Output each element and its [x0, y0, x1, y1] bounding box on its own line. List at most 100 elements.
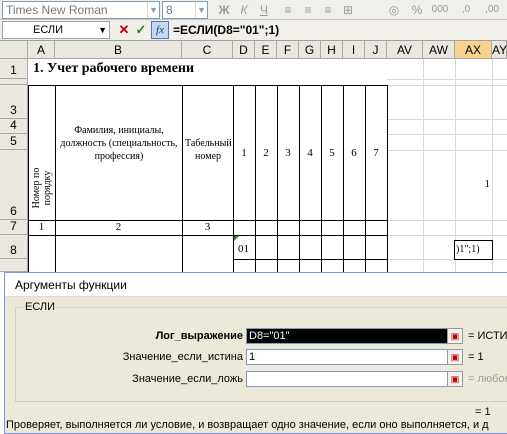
name-box[interactable]: ЕСЛИ ▼ [2, 21, 110, 39]
row-header-9[interactable] [0, 259, 28, 272]
collapse-dialog-icon[interactable]: ▣ [447, 349, 463, 365]
table-border [28, 235, 387, 236]
percent-button[interactable]: % [409, 2, 425, 18]
header-tab-number-text: Табельный номер [185, 138, 232, 162]
chevron-down-icon[interactable]: ▼ [98, 22, 107, 38]
table-border [321, 85, 322, 272]
gridline [387, 85, 507, 86]
formula-input[interactable]: =ЕСЛИ(D8="01";1) [173, 21, 279, 39]
table-border [343, 85, 344, 272]
day-number: 1 [241, 147, 247, 159]
table-border [28, 85, 387, 86]
table-border [55, 85, 56, 272]
column-header-h[interactable]: H [321, 41, 343, 59]
table-border [387, 85, 388, 272]
increase-decimal-button[interactable]: ,0 [455, 2, 477, 18]
row-header-1[interactable]: 1 [0, 59, 28, 79]
thousands-separator-button[interactable]: 000 [429, 2, 451, 18]
row-header-4[interactable]: 4 [0, 118, 28, 134]
currency-icon[interactable]: ◎ [385, 2, 403, 18]
select-all-corner[interactable] [0, 41, 28, 59]
row-header-6[interactable]: 6 [0, 150, 28, 220]
row-header-3[interactable]: 3 [0, 85, 28, 119]
align-right-icon[interactable]: ≡ [320, 2, 336, 18]
row7-cell-b: 2 [115, 221, 122, 233]
table-border [233, 259, 387, 260]
italic-icon[interactable]: К [236, 2, 252, 18]
formula-bar: ЕСЛИ ▼ ✕ ✓ fx =ЕСЛИ(D8="01";1) [0, 20, 507, 41]
gridline [387, 119, 507, 120]
insert-function-button[interactable]: fx [151, 21, 169, 39]
underline-icon[interactable]: Ч [256, 2, 272, 18]
function-name-label: ЕСЛИ [23, 301, 58, 313]
row-header-8[interactable]: 8 [0, 235, 28, 259]
table-border [365, 85, 366, 272]
day-number: 7 [373, 147, 379, 159]
row-number: 1 [10, 63, 17, 77]
arg-label-value-if-false: Значение_если_ложь [132, 373, 243, 385]
bold-icon[interactable]: Ж [216, 2, 232, 18]
font-name-combo[interactable]: Times New Roman ▼ [2, 1, 160, 19]
column-header-ax[interactable]: AX [455, 41, 492, 59]
dialog-title: Аргументы функции [15, 278, 127, 292]
align-left-icon[interactable]: ≡ [280, 2, 296, 18]
collapse-dialog-icon[interactable]: ▣ [447, 328, 463, 344]
arg-label-logical: Лог_выражение [155, 330, 243, 342]
font-size-value: 8 [166, 3, 173, 17]
header-name-text: Фамилия, инициалы, должность (специально… [60, 125, 178, 162]
sheet-title: 1. Учет рабочего времени [33, 61, 195, 76]
align-center-icon[interactable]: ≡ [300, 2, 316, 18]
arg-result-logical: = ИСТИН [468, 330, 507, 342]
gridline [387, 150, 507, 151]
day-number: 5 [329, 147, 335, 159]
function-description: Проверяет, выполняется ли условие, и воз… [6, 419, 489, 431]
gridline [387, 235, 507, 236]
header-number-cell[interactable]: Номер по порядку [30, 150, 54, 218]
column-header-j[interactable]: J [365, 41, 387, 59]
cell-ax6[interactable]: 1 [455, 178, 491, 190]
row-header-5[interactable]: 5 [0, 134, 28, 150]
column-header-a[interactable]: A [28, 41, 55, 59]
dialog-title-bar[interactable]: Аргументы функции [5, 273, 507, 297]
chevron-down-icon[interactable]: ▼ [147, 2, 159, 18]
gridline [423, 59, 424, 272]
gridline [387, 220, 507, 221]
cell-ax8-editing[interactable]: )1";1) [454, 240, 493, 260]
logical-test-input[interactable]: D8="01" [246, 328, 448, 344]
day-number: 6 [351, 147, 357, 159]
column-header-aw[interactable]: AW [423, 41, 455, 59]
day-number: 3 [285, 147, 291, 159]
column-header-c[interactable]: C [182, 41, 233, 59]
row-number: 3 [10, 103, 17, 117]
column-header-ay[interactable]: AY [492, 41, 507, 59]
font-size-combo[interactable]: 8 ▼ [162, 1, 208, 19]
column-header-f[interactable]: F [277, 41, 299, 59]
table-border [299, 85, 300, 272]
column-header-d[interactable]: D [233, 41, 255, 59]
column-header-b[interactable]: B [55, 41, 182, 59]
day-number: 2 [263, 147, 269, 159]
row-number: 6 [10, 204, 17, 218]
gridline [387, 134, 507, 135]
column-header-i[interactable]: I [343, 41, 365, 59]
cancel-icon[interactable]: ✕ [116, 22, 132, 38]
value-if-true-input[interactable]: 1 [246, 349, 448, 365]
column-header-e[interactable]: E [255, 41, 277, 59]
row-number: 4 [10, 118, 17, 132]
row7-cell-c: 3 [204, 221, 211, 233]
merge-icon[interactable]: ⊞ [340, 2, 356, 18]
column-header-av[interactable]: AV [387, 41, 423, 59]
day-number: 4 [307, 147, 313, 159]
gridline [387, 79, 507, 80]
column-header-g[interactable]: G [299, 41, 321, 59]
chevron-down-icon[interactable]: ▼ [195, 2, 207, 18]
cell-d8[interactable]: 01 [238, 243, 249, 255]
row7-cell-a: 1 [38, 221, 45, 233]
enter-icon[interactable]: ✓ [133, 22, 149, 38]
row-header-7[interactable]: 7 [0, 219, 28, 235]
collapse-dialog-icon[interactable]: ▣ [447, 371, 463, 387]
decrease-decimal-icon[interactable]: ,00 [481, 2, 503, 18]
formula-result: = 1 [475, 406, 491, 418]
value-if-false-input[interactable] [246, 371, 448, 387]
font-name-value: Times New Roman [6, 3, 108, 17]
